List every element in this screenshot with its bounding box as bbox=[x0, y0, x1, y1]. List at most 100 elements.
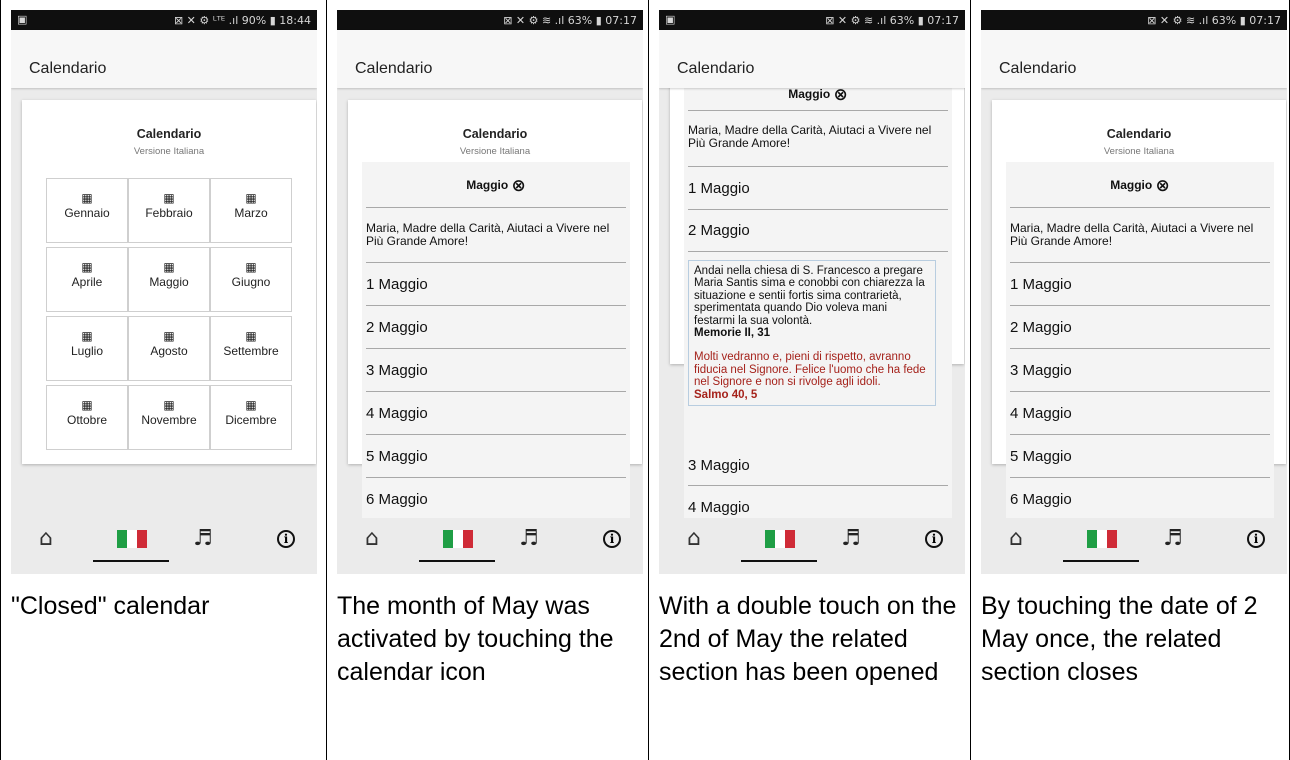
card-subtitle: Versione Italiana bbox=[133, 146, 205, 157]
divider bbox=[1010, 207, 1270, 208]
day-item-2[interactable]: 2 Maggio bbox=[1010, 319, 1072, 336]
month-header: Maggio ⊗ bbox=[684, 85, 952, 105]
calendar-icon: ▦ bbox=[81, 260, 93, 274]
month-button-gennaio[interactable]: ▦ Gennaio bbox=[46, 178, 128, 243]
active-tab-indicator bbox=[419, 560, 495, 562]
gallery-icon: ▣ bbox=[17, 13, 28, 26]
month-button-settembre[interactable]: ▦ Settembre bbox=[210, 316, 292, 381]
home-icon[interactable]: ⌂ bbox=[357, 526, 387, 552]
bottom-nav: ⌂ ♬ i bbox=[659, 518, 965, 574]
day-item-1[interactable]: 1 Maggio bbox=[688, 180, 750, 197]
day-item-2[interactable]: 2 Maggio bbox=[688, 222, 750, 239]
month-label: Novembre bbox=[141, 413, 197, 427]
home-icon[interactable]: ⌂ bbox=[679, 526, 709, 552]
app-bar: Calendario bbox=[11, 30, 317, 88]
status-bar: ▣ ⊠ ✕ ⚙ ≋ .ıl 63% ▮ 07:17 bbox=[659, 10, 965, 30]
calendar-icon: ▦ bbox=[163, 329, 175, 343]
gallery-icon: ▣ bbox=[665, 13, 676, 26]
phone-screen-3: ▣ ⊠ ✕ ⚙ ≋ .ıl 63% ▮ 07:17 Calendario Mag… bbox=[659, 10, 965, 574]
info-icon[interactable]: i bbox=[597, 526, 627, 552]
month-button-ottobre[interactable]: ▦ Ottobre bbox=[46, 385, 128, 450]
month-button-agosto[interactable]: ▦ Agosto bbox=[128, 316, 210, 381]
month-title: Maggio bbox=[1110, 178, 1153, 192]
month-title: Maggio bbox=[466, 178, 509, 192]
music-icon[interactable]: ♬ bbox=[514, 526, 544, 552]
day-item-1[interactable]: 1 Maggio bbox=[1010, 276, 1072, 293]
month-label: Settembre bbox=[223, 344, 279, 358]
month-button-dicembre[interactable]: ▦ Dicembre bbox=[210, 385, 292, 450]
divider bbox=[366, 391, 626, 392]
month-button-luglio[interactable]: ▦ Luglio bbox=[46, 316, 128, 381]
home-icon[interactable]: ⌂ bbox=[1001, 526, 1031, 552]
bottom-nav: ⌂ ♬ i bbox=[981, 518, 1287, 574]
info-icon[interactable]: i bbox=[271, 526, 301, 552]
italian-flag-icon[interactable] bbox=[117, 526, 147, 552]
day-item-1[interactable]: 1 Maggio bbox=[366, 276, 428, 293]
screenshot-cell-1: ▣ ⊠ ✕ ⚙ ᴸᵀᴱ .ıl 90% ▮ 18:44 Calendario C… bbox=[0, 0, 326, 760]
day-item-3[interactable]: 3 Maggio bbox=[688, 457, 750, 474]
month-label: Gennaio bbox=[64, 206, 110, 220]
divider bbox=[688, 251, 948, 252]
day-item-5[interactable]: 5 Maggio bbox=[366, 448, 428, 465]
month-button-aprile[interactable]: ▦ Aprile bbox=[46, 247, 128, 312]
divider bbox=[688, 485, 948, 486]
card-subtitle: Versione Italiana bbox=[1103, 146, 1175, 157]
day-item-3[interactable]: 3 Maggio bbox=[366, 362, 428, 379]
month-label: Agosto bbox=[150, 344, 188, 358]
divider bbox=[688, 166, 948, 167]
divider bbox=[1010, 348, 1270, 349]
status-bar: ▣ ⊠ ✕ ⚙ ᴸᵀᴱ .ıl 90% ▮ 18:44 bbox=[11, 10, 317, 30]
calendar-icon: ▦ bbox=[81, 398, 93, 412]
month-button-novembre[interactable]: ▦ Novembre bbox=[128, 385, 210, 450]
day-item-6[interactable]: 6 Maggio bbox=[366, 491, 428, 508]
day-item-4[interactable]: 4 Maggio bbox=[1010, 405, 1072, 422]
info-icon[interactable]: i bbox=[1241, 526, 1271, 552]
caption: By touching the date of 2 May once, the … bbox=[981, 592, 1258, 686]
close-icon[interactable]: ⊗ bbox=[1156, 176, 1170, 196]
calendar-icon: ▦ bbox=[245, 191, 257, 205]
psalm-reference: Salmo 40, 5 bbox=[694, 388, 758, 401]
home-icon[interactable]: ⌂ bbox=[31, 526, 61, 552]
day-item-4[interactable]: 4 Maggio bbox=[366, 405, 428, 422]
calendar-icon: ▦ bbox=[245, 398, 257, 412]
day-item-2[interactable]: 2 Maggio bbox=[366, 319, 428, 336]
day-item-4[interactable]: 4 Maggio bbox=[688, 499, 750, 516]
day-item-5[interactable]: 5 Maggio bbox=[1010, 448, 1072, 465]
music-icon[interactable]: ♬ bbox=[836, 526, 866, 552]
day-item-6[interactable]: 6 Maggio bbox=[1010, 491, 1072, 508]
music-icon[interactable]: ♬ bbox=[188, 526, 218, 552]
month-button-maggio[interactable]: ▦ Maggio bbox=[128, 247, 210, 312]
divider bbox=[1010, 305, 1270, 306]
italian-flag-icon[interactable] bbox=[1087, 526, 1117, 552]
active-tab-indicator bbox=[741, 560, 817, 562]
card-title: Calendario bbox=[462, 127, 528, 141]
divider bbox=[366, 305, 626, 306]
calendar-card: Calendario Versione Italiana ▦ Gennaio ▦ F… bbox=[22, 100, 316, 464]
month-quote: Maria, Madre della Carità, Aiutaci a Viv… bbox=[366, 221, 610, 248]
month-button-marzo[interactable]: ▦ Marzo bbox=[210, 178, 292, 243]
italian-flag-icon[interactable] bbox=[443, 526, 473, 552]
status-indicators: ⊠ ✕ ⚙ ≋ .ıl 63% ▮ 07:17 bbox=[1147, 14, 1281, 27]
caption: The month of May was activated by touchi… bbox=[337, 592, 614, 686]
calendar-icon: ▦ bbox=[163, 398, 175, 412]
info-icon[interactable]: i bbox=[919, 526, 949, 552]
italian-flag-icon[interactable] bbox=[765, 526, 795, 552]
memoir-text: Andai nella chiesa di S. Francesco a pre… bbox=[694, 265, 925, 327]
screenshot-cell-3: ▣ ⊠ ✕ ⚙ ≋ .ıl 63% ▮ 07:17 Calendario Mag… bbox=[648, 0, 970, 760]
month-header: Maggio ⊗ bbox=[1006, 176, 1274, 196]
divider bbox=[366, 348, 626, 349]
close-icon[interactable]: ⊗ bbox=[834, 85, 848, 105]
divider bbox=[366, 262, 626, 263]
month-label: Marzo bbox=[234, 206, 268, 220]
day-item-3[interactable]: 3 Maggio bbox=[1010, 362, 1072, 379]
month-label: Maggio bbox=[149, 275, 189, 289]
divider bbox=[688, 209, 948, 210]
month-label: Giugno bbox=[231, 275, 271, 289]
divider bbox=[366, 477, 626, 478]
bottom-nav: ⌂ ♬ i bbox=[337, 518, 643, 574]
music-icon[interactable]: ♬ bbox=[1158, 526, 1188, 552]
month-title: Maggio bbox=[788, 87, 831, 101]
month-button-febbraio[interactable]: ▦ Febbraio bbox=[128, 178, 210, 243]
close-icon[interactable]: ⊗ bbox=[512, 176, 526, 196]
month-button-giugno[interactable]: ▦ Giugno bbox=[210, 247, 292, 312]
